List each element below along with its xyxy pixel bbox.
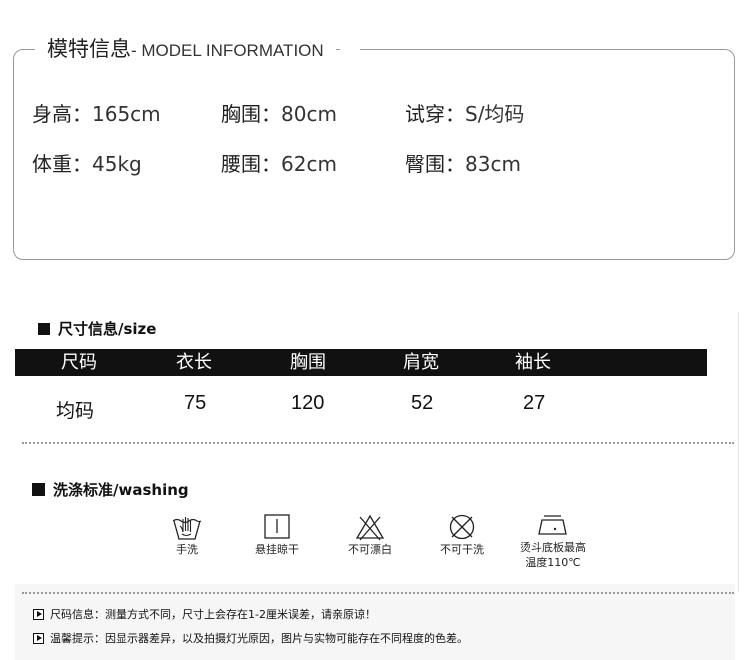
size-header-size: 尺码 — [61, 352, 97, 373]
notes-panel — [15, 584, 735, 660]
model-height: 身高：165cm — [32, 98, 161, 127]
model-bust: 胸围：80cm — [221, 98, 337, 127]
right-divider — [738, 312, 739, 592]
model-bust-label: 胸围： — [221, 102, 281, 126]
notes-dotted-divider — [22, 592, 734, 594]
model-try-size-value: S/均码 — [465, 102, 525, 126]
wash-item-no-bleach: 不可漂白 — [339, 512, 401, 557]
model-hip: 臀围：83cm — [405, 148, 521, 177]
wash-caption-iron-1: 烫斗底板最高 — [520, 541, 586, 554]
play-bullet-icon — [33, 608, 44, 620]
iron-icon — [538, 515, 567, 535]
model-hip-value: 83cm — [465, 152, 521, 176]
model-weight-label: 体重： — [32, 152, 92, 176]
model-waist-label: 腰围： — [221, 152, 281, 176]
display-note: 温馨提示：因显示器差异，以及拍摄灯光原因，图片与实物可能存在不同程度的色差。 — [33, 630, 468, 646]
display-note-text: 温馨提示：因显示器差异，以及拍摄灯光原因，图片与实物可能存在不同程度的色差。 — [50, 632, 468, 645]
size-cell-chest: 120 — [291, 392, 325, 414]
washing-section-heading: 洗涤标准/washing — [32, 479, 189, 500]
size-section-heading: 尺寸信息/size — [38, 318, 156, 339]
model-weight-value: 45kg — [92, 152, 142, 176]
size-cell-length: 75 — [184, 392, 207, 414]
model-info-title: 模特信息- MODEL INFORMATION — [35, 35, 336, 63]
no-bleach-icon — [355, 514, 385, 541]
model-try-size: 试穿：S/均码 — [405, 98, 524, 127]
title-gap — [340, 40, 360, 60]
wash-caption-hang-dry: 悬挂晾干 — [255, 543, 299, 556]
wash-caption-hand-wash: 手洗 — [176, 543, 198, 556]
size-cell-sleeve: 27 — [523, 392, 546, 414]
model-hip-label: 臀围： — [405, 152, 465, 176]
model-bust-value: 80cm — [281, 102, 337, 126]
wash-item-no-dry-clean: 不可干洗 — [431, 512, 493, 557]
size-header-length: 衣长 — [176, 352, 212, 373]
washing-section-title: 洗涤标准/washing — [53, 481, 189, 499]
model-info-title-en: - MODEL INFORMATION — [131, 41, 324, 60]
model-info-title-cn: 模特信息 — [47, 37, 131, 61]
model-waist: 腰围：62cm — [221, 148, 337, 177]
wash-item-hand-wash: 手洗 — [162, 512, 212, 557]
model-waist-value: 62cm — [281, 152, 337, 176]
wash-caption-no-bleach: 不可漂白 — [348, 543, 392, 556]
size-note-text: 尺码信息：测量方式不同，尺寸上会存在1-2厘米误差，请亲原谅！ — [50, 608, 376, 621]
size-table-header: 尺码 衣长 胸围 肩宽 袖长 — [15, 349, 707, 376]
model-height-value: 165cm — [92, 102, 161, 126]
size-cell-size: 均码 — [56, 400, 95, 422]
size-header-shoulder: 肩宽 — [403, 352, 439, 373]
size-section-title: 尺寸信息/size — [58, 320, 157, 338]
model-weight: 体重：45kg — [32, 148, 142, 177]
wash-item-hang-dry: 悬挂晾干 — [246, 512, 308, 557]
model-height-label: 身高： — [32, 102, 92, 126]
dotted-divider — [22, 442, 734, 444]
wash-caption-iron-2: 温度110℃ — [525, 556, 581, 569]
size-cell-shoulder: 52 — [411, 392, 434, 414]
hand-wash-icon — [172, 517, 202, 540]
size-header-sleeve: 袖长 — [515, 352, 551, 373]
wash-item-iron: 烫斗底板最高 温度110℃ — [508, 512, 598, 570]
play-bullet-icon — [33, 632, 44, 644]
no-dry-clean-icon — [449, 514, 475, 540]
hang-dry-icon — [264, 514, 290, 539]
size-note: 尺码信息：测量方式不同，尺寸上会存在1-2厘米误差，请亲原谅！ — [33, 606, 376, 622]
model-try-size-label: 试穿： — [405, 102, 465, 126]
size-header-chest: 胸围 — [290, 352, 326, 373]
wash-caption-no-dry-clean: 不可干洗 — [440, 543, 484, 556]
square-bullet-icon — [32, 483, 45, 496]
square-bullet-icon — [38, 322, 50, 335]
